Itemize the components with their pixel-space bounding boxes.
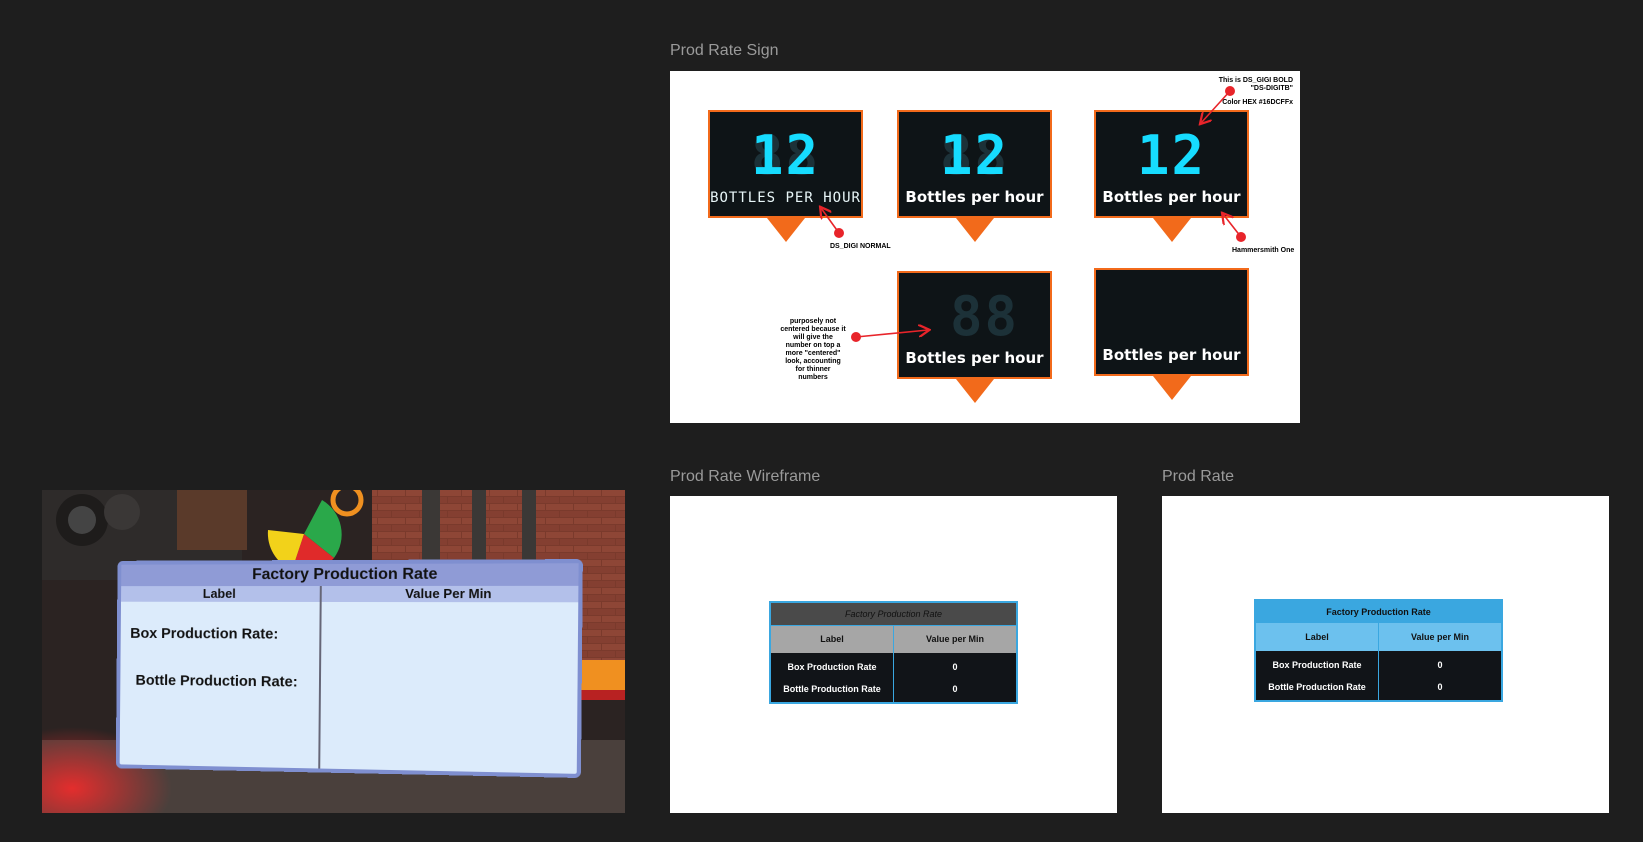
panel-col-value: Value Per Min xyxy=(405,585,492,602)
col-header-value: Value per Min xyxy=(1410,632,1470,642)
panel-title: Factory Production Rate xyxy=(121,563,579,587)
game-screenshot[interactable]: Factory Production Rate Label Value Per … xyxy=(42,490,625,813)
annotation-dot xyxy=(1225,86,1235,96)
prod-rate-frame[interactable]: Factory Production Rate Label Value per … xyxy=(1162,496,1609,813)
col-header-label: Label xyxy=(770,624,894,653)
panel-col-label: Label xyxy=(121,586,322,602)
prod-rate-wireframe-frame[interactable]: Factory Production Rate Label Value per … xyxy=(670,496,1117,813)
row-label: Bottle Production Rate xyxy=(1255,673,1379,701)
annotation-dot xyxy=(1236,232,1246,242)
table-title: Factory Production Rate xyxy=(844,608,943,619)
panel-row-bottle: Bottle Production Rate: xyxy=(135,672,298,691)
row-label: Bottle Production Rate xyxy=(770,675,894,703)
panel-header-row: Label Value Per Min xyxy=(121,585,579,603)
col-header-value: Value per Min xyxy=(893,624,1017,653)
row-value: 0 xyxy=(1437,659,1443,670)
row-value: 0 xyxy=(952,661,958,672)
frame-title-prodrate[interactable]: Prod Rate xyxy=(1162,468,1234,486)
prodrate-table: Factory Production Rate Label Value per … xyxy=(1254,599,1503,702)
row-label: Box Production Rate xyxy=(1255,651,1379,673)
col-header-label: Label xyxy=(1255,623,1379,651)
production-rate-panel: Factory Production Rate Label Value Per … xyxy=(115,559,583,779)
frame-title-sign[interactable]: Prod Rate Sign xyxy=(670,42,779,60)
panel-row-box: Box Production Rate: xyxy=(130,625,279,643)
prod-rate-sign-frame[interactable]: 88 12 BOTTLES PER HOUR 88 12 Bottles per… xyxy=(670,71,1300,423)
row-value: 0 xyxy=(1437,681,1443,692)
row-label: Box Production Rate xyxy=(770,653,894,675)
annotation-dot xyxy=(834,228,844,238)
table-title: Factory Production Rate xyxy=(1326,607,1431,617)
annotation-arrows xyxy=(670,90,1242,338)
frame-title-wireframe[interactable]: Prod Rate Wireframe xyxy=(670,468,820,486)
row-value: 0 xyxy=(952,683,958,694)
annotation-dot xyxy=(851,332,861,342)
wireframe-table: Factory Production Rate Label Value per … xyxy=(769,601,1018,704)
panel-divider xyxy=(318,601,322,769)
